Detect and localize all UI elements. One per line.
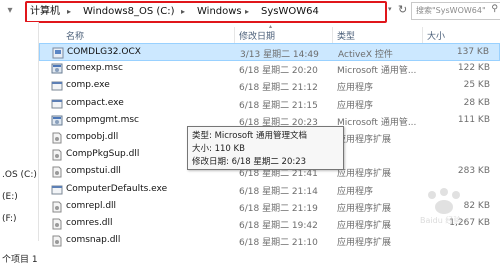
column-type[interactable]: 类型: [337, 29, 355, 42]
column-name[interactable]: 名称: [66, 29, 84, 42]
file-date: 6/18 星期二 19:42: [239, 221, 318, 231]
file-name[interactable]: compact.exe: [66, 98, 124, 108]
exe-file-icon: [51, 80, 63, 92]
file-type: 应用程序扩展: [337, 221, 392, 231]
search-icon[interactable]: ⚲: [491, 4, 498, 14]
file-name[interactable]: compobj.dll: [66, 132, 118, 142]
file-name[interactable]: comres.dll: [66, 218, 113, 228]
column-divider[interactable]: [234, 27, 235, 43]
file-date: 6/18 星期二 20:20: [239, 66, 318, 77]
chevron-down-icon[interactable]: ▾: [388, 5, 392, 13]
file-row[interactable]: compact.exe 6/18 星期二 21:15 应用程序 28 KB: [39, 95, 500, 113]
sidebar-item-drive-e[interactable]: (E:): [2, 192, 18, 202]
sidebar-item-drive-c[interactable]: .OS (C:): [2, 170, 37, 180]
chevron-right-icon[interactable]: ▸: [245, 5, 249, 19]
column-divider[interactable]: [332, 27, 333, 43]
file-name[interactable]: comsnap.dll: [66, 235, 120, 245]
file-name[interactable]: comrepl.dll: [66, 201, 116, 211]
column-header: ▴ 名称 修改日期 类型 大小: [39, 23, 500, 44]
file-date: 6/18 星期二 21:10: [239, 238, 318, 249]
sidebar-item-drive-f[interactable]: (F:): [2, 214, 17, 224]
column-date[interactable]: 修改日期: [239, 29, 275, 42]
recent-locations-icon[interactable]: ▾: [3, 4, 17, 18]
crumb-drive[interactable]: Windows8_OS (C:): [83, 5, 175, 19]
baidu-watermark: Baidu 经验: [402, 187, 492, 237]
file-date: 6/18 星期二 21:14: [239, 186, 318, 197]
chevron-right-icon[interactable]: ▸: [67, 5, 71, 19]
file-date: 6/18 星期二 21:15: [239, 100, 318, 111]
file-name[interactable]: COMDLG32.OCX: [67, 47, 141, 57]
column-divider[interactable]: [422, 27, 423, 43]
dll-file-icon: [51, 166, 63, 178]
file-type: 应用程序: [337, 186, 374, 197]
file-type: ActiveX 控件: [338, 50, 393, 60]
exe-file-icon: [51, 184, 63, 196]
file-name[interactable]: ComputerDefaults.exe: [66, 184, 167, 194]
file-size: 122 KB: [457, 63, 490, 74]
file-size: 137 KB: [456, 47, 489, 57]
file-type: 应用程序: [337, 100, 374, 111]
column-size[interactable]: 大小: [427, 29, 445, 42]
dll-file-icon: [51, 218, 63, 230]
crumb-windows[interactable]: Windows: [197, 5, 242, 19]
file-name[interactable]: CompPkgSup.dll: [66, 149, 139, 159]
file-size: 283 KB: [457, 166, 490, 177]
file-row[interactable]: comexp.msc 6/18 星期二 20:20 Microsoft 通用管...…: [39, 60, 500, 78]
file-row[interactable]: COMDLG32.OCX 3/13 星期二 14:49 ActiveX 控件 137 …: [39, 43, 500, 61]
search-area: ▾ ↻ 搜索"SysWOW64" ⚲: [388, 2, 500, 20]
paw-logo-icon: [428, 188, 460, 214]
file-type: 应用程序扩展: [337, 203, 392, 214]
file-size: 111 KB: [457, 114, 490, 125]
crumb-computer[interactable]: 计算机: [30, 5, 60, 19]
dll-file-icon: [51, 201, 63, 213]
file-row[interactable]: comp.exe 6/18 星期二 21:12 应用程序 25 KB: [39, 77, 500, 95]
file-name[interactable]: compmgmt.msc: [66, 115, 139, 125]
ocx-file-icon: [52, 47, 64, 59]
file-name[interactable]: compstui.dll: [66, 166, 121, 176]
chevron-right-icon[interactable]: ▸: [181, 5, 185, 19]
breadcrumb[interactable]: 计算机 ▸ Windows8_OS (C:) ▸ Windows ▸ SysWO…: [25, 1, 387, 23]
file-name[interactable]: comp.exe: [66, 80, 110, 90]
msc-file-icon: [51, 63, 63, 75]
crumb-syswow64[interactable]: SysWOW64: [261, 5, 319, 19]
search-placeholder: 搜索"SysWOW64": [416, 6, 486, 15]
file-size: 25 KB: [463, 80, 490, 91]
file-type: Microsoft 通用管...: [337, 117, 417, 128]
file-type: 应用程序扩展: [337, 169, 392, 180]
navigation-pane: .OS (C:) (E:) (F:) 个项目 1: [0, 22, 38, 265]
file-type: 应用程序扩展: [337, 238, 392, 249]
tooltip-date: 修改日期: 6/18 星期二 20:23: [192, 157, 307, 167]
file-type: 应用程序: [337, 83, 374, 94]
tooltip-size: 大小: 110 KB: [192, 144, 245, 154]
watermark-text: Baidu 经验: [420, 216, 462, 225]
file-name[interactable]: comexp.msc: [66, 63, 123, 73]
exe-file-icon: [51, 98, 63, 110]
dll-file-icon: [51, 149, 63, 161]
file-size: 28 KB: [463, 97, 490, 108]
msc-file-icon: [51, 115, 63, 127]
status-item-count: 个项目 1: [2, 255, 38, 265]
address-toolbar: ▾ 计算机 ▸ Windows8_OS (C:) ▸ Windows ▸ Sys…: [0, 0, 500, 23]
file-date: 6/18 星期二 21:12: [239, 83, 318, 94]
file-date: 3/13 星期二 14:49: [240, 50, 319, 60]
file-info-tooltip: 类型: Microsoft 通用管理文档 大小: 110 KB 修改日期: 6/…: [187, 126, 344, 170]
file-date: 6/18 星期二 21:19: [239, 203, 318, 214]
tooltip-type: 类型: Microsoft 通用管理文档: [192, 131, 307, 141]
dll-file-icon: [51, 235, 63, 247]
dll-file-icon: [51, 132, 63, 144]
file-type: Microsoft 通用管...: [337, 66, 417, 77]
file-type: 应用程序扩展: [337, 135, 392, 145]
refresh-icon[interactable]: ↻: [398, 3, 407, 16]
search-input[interactable]: 搜索"SysWOW64" ⚲: [411, 2, 500, 20]
